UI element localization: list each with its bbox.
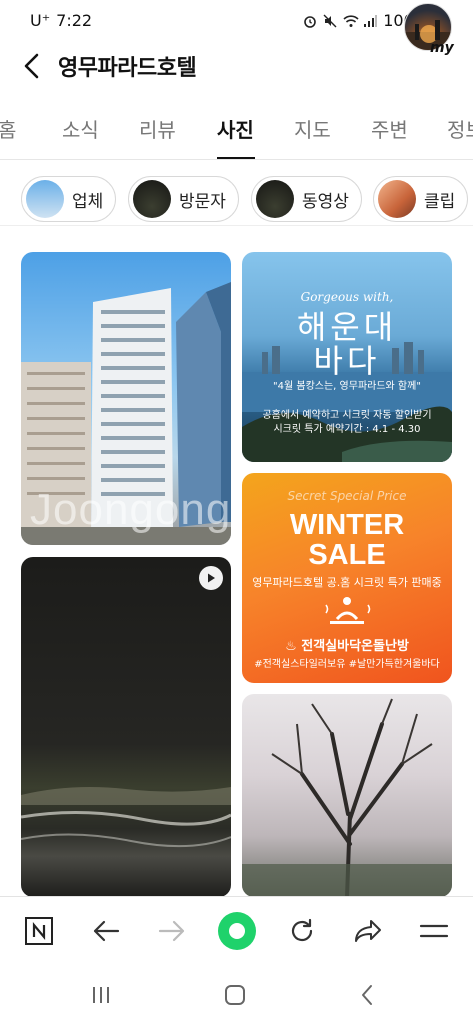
page-title: 영무파라드호텔 — [58, 56, 197, 81]
cherry-tree-image — [242, 698, 452, 897]
promo-word-sale: SALE — [308, 539, 386, 571]
home-icon — [225, 985, 245, 1005]
naver-home-button[interactable] — [19, 911, 59, 951]
forward-nav-button[interactable] — [152, 911, 192, 951]
recents-button[interactable] — [86, 980, 116, 1010]
green-dot-icon — [218, 912, 256, 950]
tab-news[interactable]: 소식 — [62, 114, 99, 143]
wifi-icon — [343, 13, 359, 27]
my-badge: my — [430, 40, 454, 56]
top-header: 영무파라드호텔 — [0, 40, 473, 94]
refresh-button[interactable] — [282, 911, 322, 951]
promo-subtitle: "4월 봄캉스는, 영무파라드와 함께" — [273, 381, 421, 392]
night-sea-image — [21, 787, 231, 848]
arrow-left-icon — [93, 920, 120, 942]
naver-logo-icon — [25, 917, 53, 945]
photo-promo-winter-sale[interactable]: Secret Special Price WINTER SALE 영무파라드호텔… — [242, 473, 452, 683]
promo-line-b: 시크릿 특가 예약기간 : 4.1 - 4.30 — [273, 424, 421, 435]
chip-thumbnail — [378, 180, 416, 218]
tab-photos[interactable]: 사진 — [217, 114, 254, 143]
tab-home[interactable]: 홈 — [0, 114, 16, 143]
refresh-icon — [291, 918, 313, 942]
photo-promo-haeundae[interactable]: Gorgeous with, 해운대 바다 "4월 봄캉스는, 영무파라드와 함… — [242, 252, 452, 462]
photo-filter-chips: 업체 방문자 동영상 클립 — [0, 172, 473, 226]
browser-toolbar — [0, 896, 473, 964]
system-navigation-bar — [0, 964, 473, 1024]
back-nav-button[interactable] — [86, 911, 126, 951]
mute-icon — [323, 13, 337, 28]
photo-cherry-blossom[interactable] — [242, 694, 452, 897]
chip-thumbnail — [133, 180, 171, 218]
share-button[interactable] — [348, 911, 388, 951]
chip-thumbnail — [26, 180, 64, 218]
tab-info[interactable]: 정보 — [447, 114, 473, 143]
green-dot-button[interactable] — [216, 910, 258, 952]
chip-video[interactable]: 동영상 — [251, 176, 362, 222]
chip-label: 클립 — [424, 191, 456, 212]
hamburger-icon — [419, 924, 449, 938]
promo-line-a: 공홈에서 예약하고 시크릿 자동 할인받기 — [262, 410, 432, 421]
tab-map[interactable]: 지도 — [294, 114, 331, 143]
chip-clip[interactable]: 클립 — [373, 176, 469, 222]
chip-business[interactable]: 업체 — [21, 176, 117, 222]
promo-word-winter: WINTER — [289, 509, 405, 541]
home-button[interactable] — [220, 980, 250, 1010]
tab-bar: 홈 소식 리뷰 사진 지도 주변 정보 — [0, 106, 473, 160]
status-bar: U⁺ 7:22 100% — [0, 0, 473, 40]
photo-night-beach-video[interactable] — [21, 557, 231, 897]
promo-headline-2: 바다 — [313, 342, 381, 380]
clock: 7:22 — [56, 10, 93, 30]
chevron-left-icon — [24, 53, 39, 79]
promo-feature: ♨ 전객실바닥온돌난방 — [285, 639, 409, 654]
carrier-label: U⁺ — [30, 10, 51, 30]
back-button[interactable] — [14, 48, 50, 84]
chip-label: 방문자 — [179, 191, 226, 212]
tab-nearby[interactable]: 주변 — [371, 114, 408, 143]
alarm-icon — [303, 13, 317, 28]
chip-label: 동영상 — [302, 191, 349, 212]
active-tab-indicator — [217, 157, 255, 159]
system-back-icon — [362, 985, 372, 1005]
play-icon[interactable] — [199, 566, 223, 590]
system-back-button[interactable] — [352, 980, 382, 1010]
chip-thumbnail — [256, 180, 294, 218]
spa-person-icon — [325, 597, 371, 624]
menu-button[interactable] — [414, 911, 454, 951]
recents-icon — [93, 987, 109, 1003]
signal-icon — [363, 13, 378, 27]
share-arrow-icon — [355, 920, 381, 942]
arrow-right-icon — [158, 920, 185, 942]
tab-reviews[interactable]: 리뷰 — [139, 114, 176, 143]
promo-eyebrow: Secret Special Price — [287, 489, 407, 503]
promo-hashtags: #전객실스타일러보유 #날만가득한겨울바다 — [254, 659, 440, 670]
promo-description: 영무파라드호텔 공.홈 시크릿 특가 판매중 — [252, 576, 442, 589]
chip-label: 업체 — [72, 191, 104, 212]
chip-visitor[interactable]: 방문자 — [128, 176, 239, 222]
